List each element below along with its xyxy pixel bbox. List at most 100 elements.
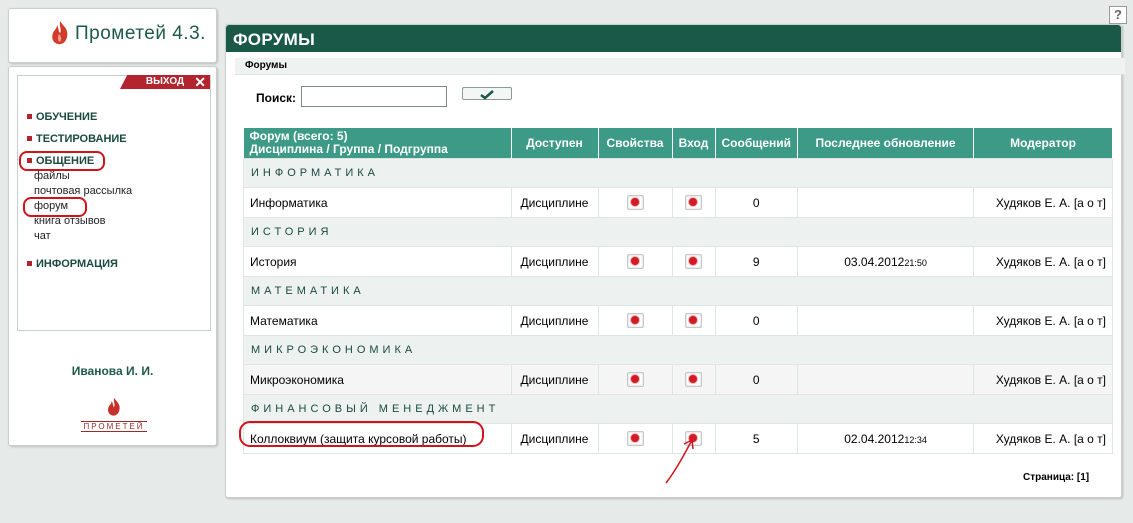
message-count: 0: [714, 364, 799, 395]
forum-available: Дисциплине: [510, 305, 599, 336]
forum-name[interactable]: История: [243, 246, 512, 277]
table-header-row: Форум (всего: 5) Дисциплина / Группа / П…: [243, 128, 1113, 159]
nav-menu: ОБУЧЕНИЕ ТЕСТИРОВАНИЕ ОБЩЕНИЕ файлы почт…: [27, 110, 132, 279]
properties-cell: [597, 246, 673, 277]
last-update: [797, 364, 975, 395]
last-update-time: 12:34: [904, 434, 927, 445]
properties-cell: [597, 305, 673, 336]
col-properties: Свойства: [598, 128, 673, 159]
moderator: Худяков Е. А. [а о т]: [973, 246, 1113, 277]
col-forum-line2: Дисциплина / Группа / Подгруппа: [249, 142, 448, 156]
last-update-date: 02.04.2012: [844, 431, 905, 446]
annotation-circle-forum: [23, 197, 87, 217]
enter-icon[interactable]: [685, 431, 702, 447]
moderator: Худяков Е. А. [а о т]: [973, 187, 1113, 218]
properties-cell: [597, 364, 673, 395]
group-name: Финансовый менеджмент: [243, 394, 1113, 424]
moderator: Худяков Е. А. [а о т]: [973, 305, 1113, 336]
page-title: ФОРУМЫ: [226, 25, 1121, 52]
last-update: 03.04.201221:50: [797, 246, 975, 277]
bottom-logo: ПРОМЕТЕЙ: [81, 397, 147, 432]
enter-cell: [671, 423, 716, 454]
properties-icon[interactable]: [626, 195, 644, 211]
group-name: Информатика: [243, 158, 1113, 188]
col-enter: Вход: [672, 128, 716, 159]
table-row: Математика Дисциплине 0 Худяков Е. А. [а…: [243, 305, 1113, 336]
forum-available: Дисциплине: [510, 246, 599, 277]
forum-available: Дисциплине: [510, 423, 599, 454]
annotation-circle-forum-row: [239, 421, 484, 447]
exit-button[interactable]: ВЫХОД ✕: [120, 75, 210, 89]
pager[interactable]: Страница: [1]: [1023, 472, 1089, 483]
enter-icon[interactable]: [685, 313, 702, 329]
breadcrumb[interactable]: Форумы: [235, 58, 1125, 75]
menu-item-label: ТЕСТИРОВАНИЕ: [36, 133, 127, 145]
menu-item-label: ОБУЧЕНИЕ: [36, 111, 98, 123]
logo-text: Прометей 4.3.: [75, 23, 206, 44]
properties-cell: [597, 423, 673, 454]
enter-icon[interactable]: [685, 372, 702, 388]
col-available[interactable]: Доступен: [511, 128, 599, 159]
enter-cell: [671, 364, 716, 395]
exit-label: ВЫХОД: [145, 76, 185, 87]
forums-table: Форум (всего: 5) Дисциплина / Группа / П…: [243, 128, 1113, 454]
forum-name[interactable]: Микроэкономика: [243, 364, 512, 395]
forum-name[interactable]: Математика: [243, 305, 512, 336]
properties-icon[interactable]: [626, 254, 644, 270]
group-row: Финансовый менеджмент: [243, 394, 1113, 424]
col-forum[interactable]: Форум (всего: 5) Дисциплина / Группа / П…: [243, 128, 512, 159]
last-update-date: 03.04.2012: [844, 254, 905, 269]
submenu-files[interactable]: файлы: [27, 169, 132, 184]
last-update: [797, 187, 975, 218]
bottom-logo-text: ПРОМЕТЕЙ: [81, 421, 147, 432]
moderator: Худяков Е. А. [а о т]: [973, 364, 1113, 395]
group-row: Математика: [243, 276, 1113, 306]
checkmark-icon: [480, 90, 494, 100]
search-input[interactable]: [301, 86, 447, 107]
group-name: Математика: [243, 276, 1113, 306]
menu-box: ВЫХОД ✕ ОБУЧЕНИЕ ТЕСТИРОВАНИЕ ОБЩЕНИЕ фа…: [17, 75, 211, 331]
user-name: Иванова И. И.: [71, 364, 154, 378]
moderator: Худяков Е. А. [а о т]: [973, 423, 1113, 454]
last-update-time: 21:50: [904, 257, 927, 268]
submenu-chat[interactable]: чат: [27, 229, 132, 244]
forum-available: Дисциплине: [510, 364, 599, 395]
table-row: История Дисциплине 9 03.04.201221:50 Худ…: [243, 246, 1113, 277]
properties-icon[interactable]: [626, 313, 644, 329]
properties-icon[interactable]: [626, 372, 644, 388]
message-count: 9: [714, 246, 799, 277]
properties-cell: [597, 187, 673, 218]
properties-icon[interactable]: [626, 431, 644, 447]
logo-panel: Прометей 4.3.: [8, 8, 217, 63]
message-count: 0: [714, 187, 799, 218]
annotation-circle-communication: [19, 151, 105, 171]
enter-icon[interactable]: [685, 254, 702, 270]
flame-logo-icon: [108, 397, 120, 416]
enter-cell: [671, 187, 716, 218]
group-row: История: [243, 217, 1113, 247]
flame-logo-icon: [52, 21, 68, 45]
table-row: Информатика Дисциплине 0 Худяков Е. А. […: [243, 187, 1113, 218]
forum-available: Дисциплине: [510, 187, 599, 218]
group-name: История: [243, 217, 1113, 247]
search-submit-button[interactable]: [462, 87, 512, 100]
menu-item-information[interactable]: ИНФОРМАЦИЯ: [27, 257, 132, 279]
enter-cell: [671, 246, 716, 277]
help-button[interactable]: ?: [1109, 6, 1127, 24]
group-row: Микроэкономика: [243, 335, 1113, 365]
last-update: 02.04.201212:34: [797, 423, 975, 454]
search-label: Поиск:: [256, 91, 297, 105]
enter-icon[interactable]: [685, 195, 702, 211]
forum-name[interactable]: Информатика: [243, 187, 512, 218]
message-count: 5: [714, 423, 799, 454]
sidebar: ВЫХОД ✕ ОБУЧЕНИЕ ТЕСТИРОВАНИЕ ОБЩЕНИЕ фа…: [8, 66, 217, 446]
enter-cell: [671, 305, 716, 336]
group-name: Микроэкономика: [243, 335, 1113, 365]
col-last-update[interactable]: Последнее обновление: [797, 128, 975, 159]
message-count: 0: [714, 305, 799, 336]
col-moderator[interactable]: Модератор: [973, 128, 1113, 159]
close-icon[interactable]: ✕: [194, 75, 206, 89]
menu-item-learning[interactable]: ОБУЧЕНИЕ: [27, 110, 132, 132]
col-messages[interactable]: Сообщений: [715, 128, 799, 159]
group-row: Информатика: [243, 158, 1113, 188]
